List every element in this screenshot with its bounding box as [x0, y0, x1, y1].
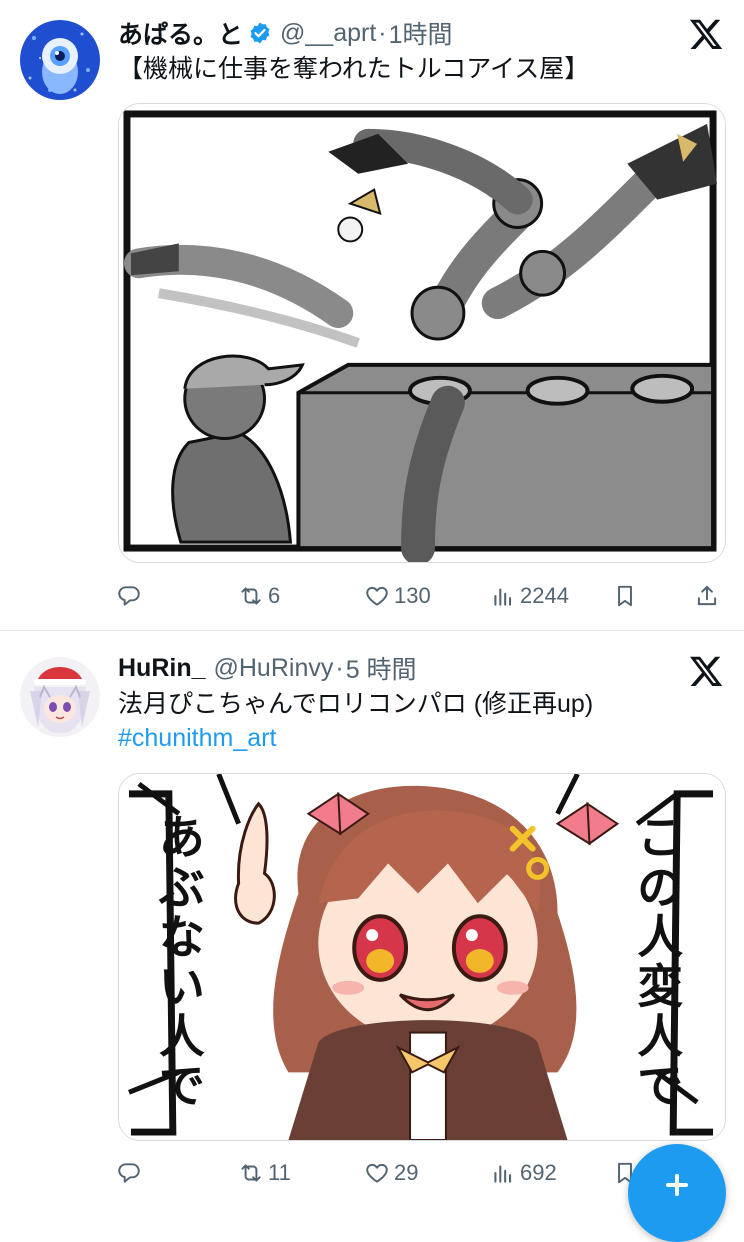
- bookmark-icon: [618, 585, 632, 607]
- retweet-icon: [241, 587, 261, 605]
- tweet-card[interactable]: あぱる。と @__aprt · 1時間 【機械に仕事を奪われたトルコアイス屋】: [0, 0, 744, 630]
- display-name[interactable]: HuRin_: [118, 654, 206, 683]
- tweet-header: HuRin_ @HuRinvy · 5 時間: [118, 651, 684, 685]
- svg-text:で: で: [159, 1059, 205, 1113]
- svg-text:あ: あ: [159, 811, 205, 865]
- svg-text:人: 人: [637, 1010, 683, 1064]
- views-icon: [494, 1165, 512, 1183]
- like-button[interactable]: 130: [364, 576, 431, 616]
- share-button[interactable]: [694, 576, 720, 616]
- svg-text:い: い: [159, 960, 205, 1014]
- anime-illustration: あ ぶ な い 人 で こ の 人 変 人 で: [119, 774, 725, 1140]
- tweet-actions: 6 130 2244: [112, 576, 728, 616]
- svg-text:人: 人: [159, 1010, 205, 1064]
- reply-icon: [118, 586, 140, 606]
- tweet-text: 法月ぴこちゃんでロリコンパロ (修正再up) #chunithm_art: [118, 687, 724, 755]
- tweet-image[interactable]: あ ぶ な い 人 で こ の 人 変 人 で: [118, 773, 726, 1141]
- heart-icon: [366, 1163, 388, 1183]
- user-handle[interactable]: @HuRinvy: [214, 654, 334, 683]
- reply-icon: [118, 1163, 140, 1183]
- comic-illustration: [119, 104, 725, 562]
- reply-button[interactable]: [116, 1153, 146, 1193]
- svg-text:の: の: [637, 860, 683, 914]
- svg-text:な: な: [159, 910, 205, 964]
- views-icon: [494, 588, 512, 606]
- user-handle[interactable]: @__aprt: [280, 19, 376, 48]
- bookmark-button[interactable]: [612, 576, 638, 616]
- retweet-icon: [241, 1164, 261, 1182]
- svg-text:人: 人: [637, 910, 683, 964]
- separator-dot: ·: [378, 18, 387, 47]
- heart-icon: [366, 586, 388, 606]
- hashtag-link[interactable]: #chunithm_art: [118, 721, 724, 755]
- tweet-body: 法月ぴこちゃんでロリコンパロ (修正再up): [118, 690, 594, 718]
- tweet-text: 【機械に仕事を奪われたトルコアイス屋】: [118, 55, 590, 83]
- reply-button[interactable]: [116, 576, 146, 616]
- views-count: 692: [520, 1160, 557, 1185]
- avatar[interactable]: [20, 657, 100, 737]
- like-count: 29: [394, 1160, 419, 1185]
- timestamp[interactable]: 1時間: [389, 15, 453, 51]
- retweet-count: 11: [268, 1160, 291, 1185]
- display-name[interactable]: あぱる。と: [118, 15, 243, 51]
- separator-dot: ·: [335, 653, 344, 682]
- retweet-button[interactable]: 6: [238, 576, 280, 616]
- timestamp[interactable]: 5 時間: [346, 650, 417, 686]
- compose-button[interactable]: [628, 1144, 726, 1242]
- verified-badge-icon: [248, 21, 272, 45]
- tweet-image[interactable]: [118, 103, 726, 563]
- retweet-count: 6: [268, 583, 281, 608]
- plus-icon: [666, 1174, 688, 1196]
- x-logo-icon[interactable]: [688, 16, 724, 52]
- views-button[interactable]: 692: [490, 1153, 557, 1193]
- svg-text:こ: こ: [637, 811, 683, 865]
- like-button[interactable]: 29: [364, 1153, 418, 1193]
- svg-text:変: 変: [637, 960, 683, 1014]
- tweet-header: あぱる。と @__aprt · 1時間: [118, 16, 684, 50]
- views-count: 2244: [520, 583, 569, 608]
- retweet-button[interactable]: 11: [238, 1153, 291, 1193]
- svg-text:で: で: [637, 1059, 683, 1113]
- like-count: 130: [394, 583, 431, 608]
- tweet-card[interactable]: HuRin_ @HuRinvy · 5 時間 法月ぴこちゃんでロリコンパロ (修…: [0, 631, 744, 1199]
- svg-text:ぶ: ぶ: [158, 860, 205, 914]
- views-button[interactable]: 2244: [490, 576, 569, 616]
- x-logo-icon[interactable]: [688, 653, 724, 689]
- avatar[interactable]: [20, 20, 100, 100]
- share-icon: [697, 585, 717, 606]
